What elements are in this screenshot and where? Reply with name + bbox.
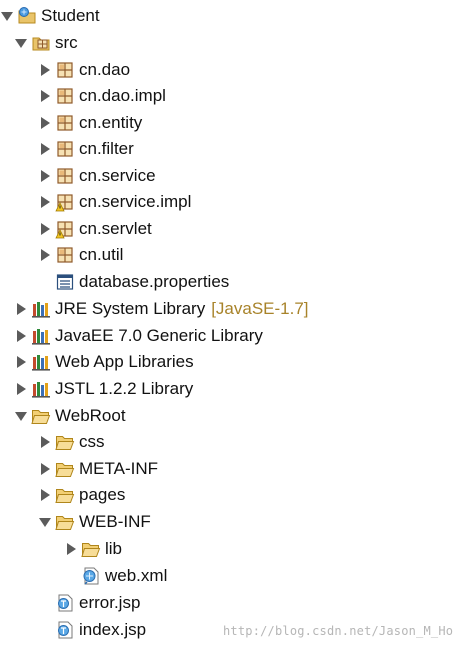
chevron-right-icon[interactable]	[38, 114, 52, 132]
tree-item-label: error.jsp	[79, 593, 141, 612]
tree-item-label: css	[79, 432, 105, 451]
library-icon	[31, 299, 51, 319]
folder-icon	[55, 485, 75, 505]
tree-item-library[interactable]: Web App Libraries	[14, 349, 194, 375]
tree-item-properties-file[interactable]: database.properties	[38, 269, 229, 295]
tree-item-package[interactable]: cn.service	[38, 163, 156, 189]
tree-item-label: lib	[105, 539, 123, 558]
chevron-right-icon[interactable]	[38, 220, 52, 238]
watermark-text: http://blog.csdn.net/Jason_M_Ho	[223, 624, 454, 638]
tree-item-label: pages	[79, 485, 126, 504]
package-icon	[55, 86, 75, 106]
chevron-right-icon[interactable]	[14, 353, 28, 371]
tree-item-label: WebRoot	[55, 406, 126, 425]
properties-file-icon	[55, 272, 75, 292]
library-icon	[31, 352, 51, 372]
tree-item-web-xml[interactable]: web.xml	[64, 563, 167, 589]
tree-item-folder-pages[interactable]: pages	[38, 482, 125, 508]
tree-item-package[interactable]: cn.dao.impl	[38, 83, 166, 109]
project-explorer-tree: Student src cn.dao cn.dao.impl cn.entity…	[0, 0, 474, 648]
tree-item-label: META-INF	[79, 459, 159, 478]
tree-item-label: JRE System Library	[55, 299, 206, 318]
package-warning-icon	[55, 192, 75, 212]
chevron-right-icon[interactable]	[64, 540, 78, 558]
tree-item-label: cn.entity	[79, 113, 143, 132]
chevron-down-icon[interactable]	[14, 407, 28, 425]
chevron-down-icon[interactable]	[0, 7, 14, 25]
tree-item-label: cn.dao.impl	[79, 86, 166, 105]
tree-item-library[interactable]: JRE System Library [JavaSE-1.7]	[14, 296, 309, 322]
jsp-file-icon	[55, 593, 75, 613]
tree-item-library[interactable]: JavaEE 7.0 Generic Library	[14, 323, 263, 349]
package-warning-icon	[55, 219, 75, 239]
chevron-down-icon[interactable]	[38, 513, 52, 531]
folder-icon	[81, 539, 101, 559]
chevron-right-icon[interactable]	[38, 167, 52, 185]
tree-item-package[interactable]: cn.entity	[38, 110, 142, 136]
tree-item-package[interactable]: cn.service.impl	[38, 189, 191, 215]
folder-icon	[55, 459, 75, 479]
tree-item-folder-web-inf[interactable]: WEB-INF	[38, 509, 151, 535]
source-folder-icon	[31, 33, 51, 53]
tree-item-jsp-file[interactable]: error.jsp	[38, 590, 140, 616]
tree-item-label: cn.service	[79, 166, 156, 185]
library-icon	[31, 379, 51, 399]
tree-item-label: cn.util	[79, 245, 124, 264]
tree-item-package[interactable]: cn.dao	[38, 57, 130, 83]
tree-item-folder-lib[interactable]: lib	[64, 536, 122, 562]
folder-open-icon	[55, 512, 75, 532]
folder-open-icon	[31, 406, 51, 426]
tree-item-label: cn.servlet	[79, 219, 152, 238]
tree-item-label: JavaEE 7.0 Generic Library	[55, 326, 263, 345]
tree-item-project-student[interactable]: Student	[0, 3, 100, 29]
package-icon	[55, 245, 75, 265]
chevron-right-icon[interactable]	[38, 61, 52, 79]
tree-item-label: web.xml	[105, 566, 168, 585]
tree-item-label: Student	[41, 6, 100, 25]
chevron-right-icon[interactable]	[38, 87, 52, 105]
tree-item-folder-css[interactable]: css	[38, 429, 105, 455]
chevron-right-icon[interactable]	[38, 486, 52, 504]
chevron-right-icon[interactable]	[14, 300, 28, 318]
xml-file-icon	[81, 566, 101, 586]
tree-item-label: cn.service.impl	[79, 192, 192, 211]
package-icon	[55, 60, 75, 80]
tree-item-library[interactable]: JSTL 1.2.2 Library	[14, 376, 193, 402]
tree-item-jsp-file[interactable]: index.jsp	[38, 617, 146, 643]
chevron-right-icon[interactable]	[38, 433, 52, 451]
chevron-right-icon[interactable]	[38, 246, 52, 264]
tree-item-label: Web App Libraries	[55, 352, 194, 371]
tree-item-label: cn.dao	[79, 60, 131, 79]
tree-item-label: database.properties	[79, 272, 230, 291]
chevron-right-icon[interactable]	[14, 327, 28, 345]
tree-item-label: cn.filter	[79, 139, 134, 158]
tree-item-folder-meta-inf[interactable]: META-INF	[38, 456, 158, 482]
jre-version-decoration: [JavaSE-1.7]	[211, 299, 309, 318]
jsp-file-icon	[55, 620, 75, 640]
tree-item-label: JSTL 1.2.2 Library	[55, 379, 194, 398]
tree-item-package[interactable]: cn.servlet	[38, 216, 152, 242]
chevron-right-icon[interactable]	[38, 460, 52, 478]
package-icon	[55, 166, 75, 186]
chevron-right-icon[interactable]	[38, 140, 52, 158]
tree-item-package[interactable]: cn.util	[38, 242, 123, 268]
library-icon	[31, 326, 51, 346]
chevron-down-icon[interactable]	[14, 34, 28, 52]
tree-item-label: src	[55, 33, 78, 52]
tree-item-src[interactable]: src	[14, 30, 78, 56]
tree-item-package[interactable]: cn.filter	[38, 136, 134, 162]
tree-item-webroot[interactable]: WebRoot	[14, 403, 126, 429]
chevron-right-icon[interactable]	[38, 193, 52, 211]
project-icon	[17, 6, 37, 26]
folder-icon	[55, 432, 75, 452]
package-icon	[55, 113, 75, 133]
chevron-right-icon[interactable]	[14, 380, 28, 398]
package-icon	[55, 139, 75, 159]
tree-item-label: WEB-INF	[79, 512, 151, 531]
tree-item-label: index.jsp	[79, 620, 147, 639]
